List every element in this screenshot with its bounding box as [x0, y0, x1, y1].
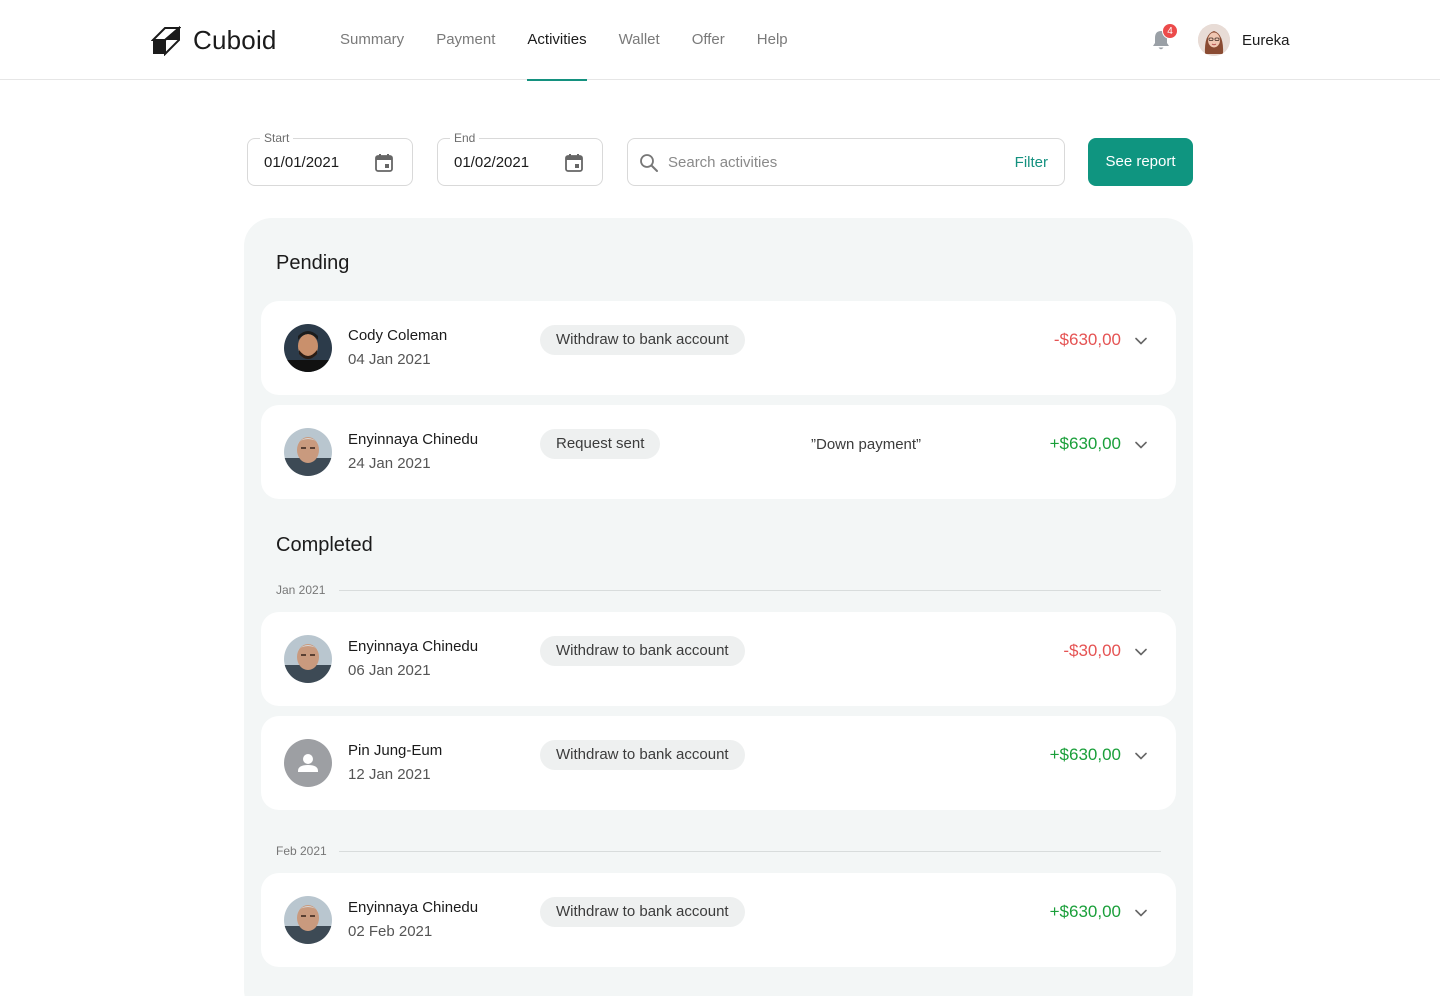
activity-amount: +$630,00 — [1049, 745, 1121, 764]
activity-amount: +$630,00 — [1049, 434, 1121, 453]
calendar-icon[interactable] — [373, 152, 395, 174]
avatar — [284, 635, 332, 683]
activity-note: ”Down payment” — [811, 436, 922, 453]
activity-row[interactable]: Enyinnaya Chinedu 06 Jan 2021 Withdraw t… — [261, 612, 1176, 706]
activity-name: Enyinnaya Chinedu — [348, 431, 479, 448]
activity-name: Enyinnaya Chinedu — [348, 638, 479, 655]
chevron-down-icon[interactable] — [1134, 438, 1148, 452]
activity-row[interactable]: Enyinnaya Chinedu 24 Jan 2021 Request se… — [261, 405, 1176, 499]
avatar — [284, 324, 332, 372]
end-date-label: End — [450, 131, 480, 145]
chevron-down-icon[interactable] — [1134, 906, 1148, 920]
activity-amount: +$630,00 — [1049, 902, 1121, 921]
chevron-down-icon[interactable] — [1134, 749, 1148, 763]
completed-section-title: Completed — [276, 534, 373, 556]
month-divider: Feb 2021 — [276, 843, 1161, 859]
user-avatar — [1198, 24, 1230, 56]
avatar — [284, 896, 332, 944]
month-label: Feb 2021 — [276, 844, 327, 858]
nav-wallet[interactable]: Wallet — [619, 0, 660, 80]
chevron-down-icon[interactable] — [1134, 645, 1148, 659]
activity-name: Enyinnaya Chinedu — [348, 899, 479, 916]
activity-name: Cody Coleman — [348, 327, 448, 344]
see-report-button[interactable]: See report — [1088, 138, 1193, 186]
search-icon — [640, 154, 658, 172]
avatar — [284, 428, 332, 476]
activity-type-chip: Withdraw to bank account — [540, 740, 745, 770]
app-name: Cuboid — [193, 25, 277, 55]
activity-amount: -$30,00 — [1063, 641, 1121, 660]
nav-offer[interactable]: Offer — [692, 0, 725, 80]
search-placeholder[interactable]: Search activities — [668, 154, 777, 171]
activity-name: Pin Jung-Eum — [348, 742, 443, 759]
month-label: Jan 2021 — [276, 583, 326, 597]
divider — [339, 851, 1161, 852]
activity-date: 02 Feb 2021 — [348, 923, 433, 940]
activity-amount: -$630,00 — [1053, 330, 1121, 349]
user-name: Eureka — [1242, 31, 1290, 49]
cuboid-logo-icon — [151, 25, 181, 56]
start-date-field[interactable]: Start 01/01/2021 — [247, 131, 413, 186]
app-logo[interactable]: Cuboid — [151, 25, 277, 56]
activity-date: 06 Jan 2021 — [348, 662, 431, 679]
activity-type-chip: Withdraw to bank account — [540, 636, 745, 666]
end-date-field[interactable]: End 01/02/2021 — [437, 131, 603, 186]
notification-count-badge: 4 — [1162, 23, 1178, 39]
nav-activities[interactable]: Activities — [527, 0, 587, 81]
start-date-value: 01/01/2021 — [264, 154, 340, 171]
activity-type-chip: Withdraw to bank account — [540, 897, 745, 927]
activity-date: 04 Jan 2021 — [348, 351, 431, 368]
activity-date: 12 Jan 2021 — [348, 766, 431, 783]
activity-row[interactable]: Cody Coleman 04 Jan 2021 Withdraw to ban… — [261, 301, 1176, 395]
activity-row[interactable]: Pin Jung-Eum 12 Jan 2021 Withdraw to ban… — [261, 716, 1176, 810]
calendar-icon[interactable] — [563, 152, 585, 174]
activity-type-chip: Withdraw to bank account — [540, 325, 745, 355]
main-nav: Summary Payment Activities Wallet Offer … — [340, 0, 788, 81]
filter-button[interactable]: Filter — [1015, 154, 1048, 171]
activity-type-chip: Request sent — [540, 429, 661, 459]
nav-payment[interactable]: Payment — [436, 0, 495, 80]
chevron-down-icon[interactable] — [1134, 334, 1148, 348]
activity-date: 24 Jan 2021 — [348, 455, 431, 472]
user-menu[interactable]: Eureka — [1198, 24, 1290, 56]
end-date-value: 01/02/2021 — [454, 154, 530, 171]
pending-section-title: Pending — [276, 252, 350, 274]
nav-summary[interactable]: Summary — [340, 0, 404, 80]
nav-help[interactable]: Help — [757, 0, 788, 80]
month-divider: Jan 2021 — [276, 582, 1161, 598]
default-user-avatar-icon — [284, 739, 332, 787]
start-date-label: Start — [260, 131, 294, 145]
search-activities-field[interactable]: Search activities Filter — [627, 138, 1065, 186]
divider — [339, 590, 1161, 591]
top-navigation-bar: Cuboid Summary Payment Activities Wallet… — [0, 0, 1440, 81]
activity-row[interactable]: Enyinnaya Chinedu 02 Feb 2021 Withdraw t… — [261, 873, 1176, 967]
